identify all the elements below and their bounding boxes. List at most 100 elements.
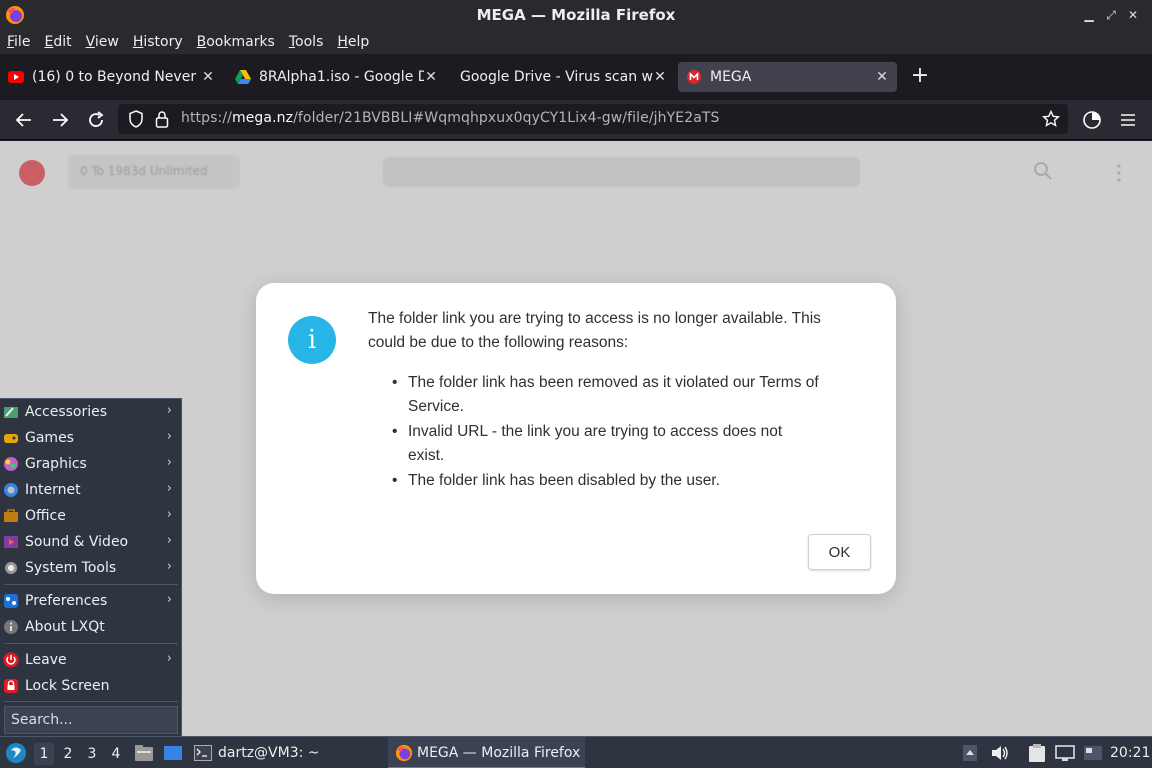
dialog-message: The folder link you are trying to access… [368,310,821,351]
menu-separator [4,643,178,644]
menu-item-label: Preferences [25,593,108,609]
reasons-list: The folder link has been removed as it v… [392,371,822,494]
workspace-1[interactable]: 1 [34,743,54,765]
url-host: mega.nz [231,110,294,126]
search-icon[interactable] [1033,161,1053,181]
menu-item-lock-screen[interactable]: Lock Screen [0,674,182,698]
chevron-right-icon: › [166,651,172,666]
workspace-4[interactable]: 4 [106,743,126,765]
url-bar[interactable]: https://mega.nz/folder/21BVBBLI#Wqmqhpxu… [118,104,1068,134]
back-icon[interactable] [12,108,36,132]
internet-icon [3,482,19,498]
file-manager-icon[interactable] [134,737,154,768]
terminal-icon [194,745,212,761]
workspace-2[interactable]: 2 [58,743,78,765]
tab-google-drive-virus-scan[interactable]: Google Drive - Virus scan wa ✕ [460,62,667,92]
close-window-icon[interactable]: ✕ [1122,6,1144,24]
more-options-icon[interactable] [1115,163,1123,183]
tab-label: MEGA [710,69,752,85]
close-tab-icon[interactable]: ✕ [875,69,889,85]
minimize-icon[interactable]: ▁ [1078,6,1100,24]
volume-icon[interactable] [990,737,1010,768]
mega-icon [686,69,702,85]
ok-button[interactable]: OK [808,534,871,570]
firefox-task-label: MEGA — Mozilla Firefox [417,745,581,761]
preferences-icon [3,593,19,609]
show-desktop-icon[interactable] [163,737,183,768]
close-tab-icon[interactable]: ✕ [201,69,215,85]
tab-google-drive-iso[interactable]: 8RAlpha1.iso - Google Dr ✕ [235,62,438,92]
url-scheme: https:// [181,110,232,126]
menu-item-leave[interactable]: Leave › [0,648,182,672]
menu-item-label: Leave [25,652,67,668]
tray-arrow-icon[interactable] [962,737,978,768]
mega-search-bar[interactable] [383,157,860,187]
reload-icon[interactable] [84,108,108,132]
lxqt-main-menu: Accessories › Games › Graphics › Internet › … [0,398,182,736]
menu-item-office[interactable]: Office › [0,504,182,528]
tab-mega[interactable]: MEGA ✕ [678,62,897,92]
menu-separator [4,701,178,702]
chevron-right-icon: › [166,507,172,522]
menu-view[interactable]: View [86,34,119,50]
about-info-icon [3,619,19,635]
screen-icon[interactable] [1083,737,1103,768]
menu-item-internet[interactable]: Internet › [0,478,182,502]
chevron-right-icon: › [166,403,172,418]
workspace-3[interactable]: 3 [82,743,102,765]
network-icon[interactable] [1055,737,1075,768]
menu-item-label: About LXQt [25,619,105,635]
taskbar-firefox-label-group[interactable]: MEGA — Mozilla Firefox [395,737,580,768]
power-icon [3,652,19,668]
firefox-view-icon[interactable] [1080,108,1104,132]
mega-logo[interactable] [19,160,45,186]
menu-edit[interactable]: Edit [44,34,71,50]
menu-bookmarks[interactable]: Bookmarks [197,34,275,50]
graphics-icon [3,456,19,472]
taskbar-terminal[interactable]: dartz@VM3: ~ [194,737,320,768]
tab-label: (16) 0 to Beyond Never F [32,69,201,85]
chevron-right-icon: › [166,429,172,444]
menu-history[interactable]: History [133,34,183,50]
url-path: /folder/21BVBBLI#Wqmqhpxux0qyCY1Lix4-gw/… [293,110,720,126]
link-unavailable-dialog: i The folder link you are trying to acce… [256,283,896,594]
new-tab-icon[interactable]: + [910,64,930,88]
chevron-right-icon: › [166,481,172,496]
clock[interactable]: 20:21 [1110,745,1150,761]
window-controls: ▁ ⤢ ✕ [1078,6,1144,24]
folder-name-label: 0 To 1983d Unlimited [68,155,240,189]
chevron-right-icon: › [166,559,172,574]
info-icon: i [288,316,336,364]
tab-label: 8RAlpha1.iso - Google Dr [259,69,424,85]
bookmark-star-icon[interactable] [1041,109,1061,132]
tab-youtube[interactable]: (16) 0 to Beyond Never F ✕ [8,62,215,92]
hamburger-menu-icon[interactable] [1116,108,1140,132]
lxqt-start-icon[interactable] [5,737,27,768]
chevron-right-icon: › [166,455,172,470]
close-tab-icon[interactable]: ✕ [424,69,438,85]
padlock-icon[interactable] [155,110,169,132]
lock-icon [3,678,19,694]
close-tab-icon[interactable]: ✕ [653,69,667,85]
menu-item-accessories[interactable]: Accessories › [0,400,182,424]
window-titlebar: MEGA — Mozilla Firefox ▁ ⤢ ✕ [0,0,1152,30]
menu-item-label: System Tools [25,560,117,576]
menu-item-about-lxqt[interactable]: About LXQt [0,615,182,639]
menu-bar: File Edit View History Bookmarks Tools H… [0,30,1152,54]
menu-item-sound-video[interactable]: Sound & Video › [0,530,182,554]
menu-item-games[interactable]: Games › [0,426,182,450]
tracking-protection-shield-icon[interactable] [128,110,144,132]
chevron-right-icon: › [166,592,172,607]
maximize-icon[interactable]: ⤢ [1100,6,1122,24]
clipboard-icon[interactable] [1028,737,1046,768]
google-drive-icon [235,69,251,85]
reason-item: Invalid URL - the link you are trying to… [392,420,822,468]
menu-item-preferences[interactable]: Preferences › [0,589,182,613]
menu-search-input[interactable]: Search... [4,706,178,734]
menu-item-graphics[interactable]: Graphics › [0,452,182,476]
menu-item-system-tools[interactable]: System Tools › [0,556,182,580]
forward-icon[interactable] [48,108,72,132]
menu-file[interactable]: File [7,34,30,50]
menu-tools[interactable]: Tools [289,34,324,50]
menu-help[interactable]: Help [337,34,369,50]
